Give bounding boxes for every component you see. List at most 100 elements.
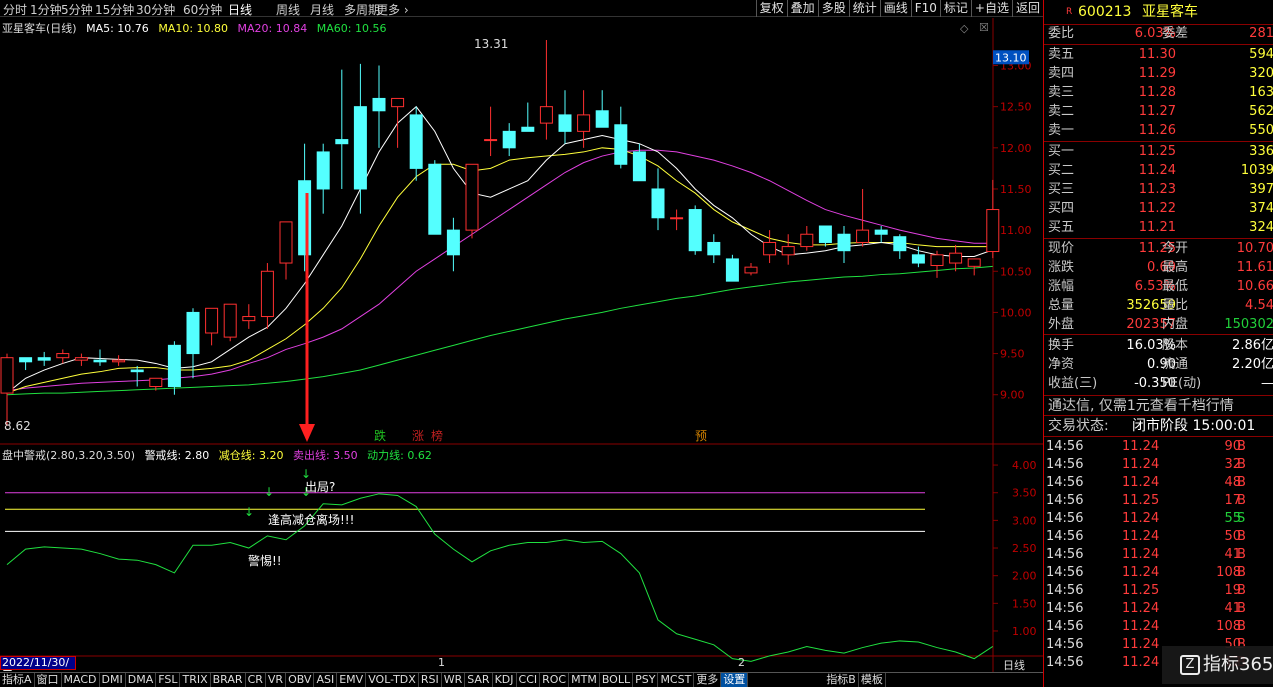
candle-body — [893, 236, 907, 252]
maichu-label: 卖出线: 3.50 — [292, 449, 358, 462]
ask-level-price: 11.26 — [1138, 123, 1176, 138]
main-pane-title: 亚星客车(日线) MA5: 10.76 MA10: 10.80 MA20: 10… — [2, 20, 392, 36]
indicator-tab[interactable]: FSL — [156, 673, 181, 687]
indicator-tab[interactable]: OBV — [286, 673, 315, 687]
candle-body — [818, 225, 832, 243]
trade-tick-row: 14:56 11.25 19 B — [1044, 582, 1273, 600]
indicator-tab[interactable]: DMI — [100, 673, 126, 687]
tool-button[interactable]: 复权 — [755, 0, 787, 17]
candle-body — [539, 106, 553, 124]
candle-body — [167, 344, 181, 387]
indicator-tab[interactable]: ROC — [540, 673, 570, 687]
tick-price: 11.25 — [1122, 493, 1160, 508]
indicator-tab[interactable]: VOL-TDX — [366, 673, 419, 687]
tick-price: 11.24 — [1122, 457, 1160, 472]
period-tab[interactable]: 周线 — [276, 1, 300, 18]
indicator-tab[interactable]: KDJ — [493, 673, 517, 687]
indicator-tab[interactable]: DMA — [126, 673, 157, 687]
period-tab[interactable]: 30分钟 — [136, 1, 175, 18]
price-tick-label: 12.50 — [1000, 101, 1032, 114]
indicator-tab[interactable]: 模板 — [859, 673, 886, 687]
indicator-tab[interactable]: 窗口 — [35, 673, 62, 687]
indicator-tab[interactable]: 指标B — [824, 673, 859, 687]
tool-button[interactable]: 统计 — [848, 0, 880, 17]
indicator-tab[interactable]: 更多 — [694, 673, 722, 687]
period-tab[interactable]: 月线 — [310, 1, 334, 18]
indicator-tab[interactable]: ASI — [314, 673, 338, 687]
tool-button[interactable]: 画线 — [879, 0, 911, 17]
tool-button[interactable]: F10 — [910, 0, 940, 17]
candle-body — [967, 258, 981, 267]
indicator-tab[interactable]: 指标A — [0, 673, 35, 687]
tick-time: 14:56 — [1046, 547, 1084, 562]
tool-button[interactable]: 多股 — [817, 0, 849, 17]
ask-level-label: 卖四 — [1048, 66, 1075, 81]
candle-body — [930, 254, 944, 267]
bid-level-label: 买五 — [1048, 220, 1075, 235]
candle-body — [391, 97, 405, 108]
ma20-label: MA20: 10.84 — [237, 22, 308, 35]
tool-button[interactable]: 标记 — [939, 0, 971, 17]
watermark-logo: Z 指标365 — [1162, 646, 1273, 684]
signal-zhang: 涨 — [412, 428, 424, 443]
indicator-tab[interactable]: MCST — [658, 673, 695, 687]
pane-close-icon[interactable]: ☒ — [979, 21, 989, 34]
period-tab[interactable]: 5分钟 — [61, 1, 93, 18]
period-tab[interactable]: 分时 — [3, 1, 27, 18]
tick-direction: B — [1237, 457, 1246, 472]
trade-tick-row: 14:56 11.24 50 B — [1044, 528, 1273, 546]
period-tab[interactable]: 15分钟 — [95, 1, 134, 18]
stat-label: 净资 — [1048, 357, 1075, 372]
ask-level: 卖五 11.30 594 — [1044, 46, 1273, 64]
indicator-tab[interactable]: CCI — [517, 673, 541, 687]
indicator-tab[interactable]: RSI — [419, 673, 442, 687]
stat-label: 流通 — [1162, 357, 1189, 372]
tick-direction: B — [1237, 475, 1246, 490]
tool-button[interactable]: 叠加 — [786, 0, 818, 17]
pane-settings-icon[interactable]: ◇ — [960, 22, 968, 35]
ask-level: 卖二 11.27 562 — [1044, 103, 1273, 121]
sub-indicator-name: 盘中警戒(2.80,3.20,3.50) — [2, 449, 136, 462]
bid-level-label: 买四 — [1048, 201, 1075, 216]
indicator-tab[interactable]: VR — [266, 673, 287, 687]
r-badge: R — [1066, 7, 1073, 17]
indicator-tab[interactable]: EMV — [337, 673, 367, 687]
tick-price: 11.24 — [1122, 637, 1160, 652]
indicator-tab[interactable]: PSY — [633, 673, 659, 687]
indicator-tab[interactable]: 设置 — [721, 673, 749, 687]
ad-banner[interactable]: 通达信, 仅需1元查看千档行情 — [1044, 397, 1273, 415]
tick-direction: B — [1237, 619, 1246, 634]
candle — [428, 160, 442, 235]
tick-time: 14:56 — [1046, 511, 1084, 526]
ask-level-price: 11.27 — [1138, 104, 1176, 119]
indicator-tab[interactable]: BRAR — [211, 673, 246, 687]
indicator-tab[interactable]: TRIX — [180, 673, 211, 687]
kline-chart[interactable]: 1 3.00 12.50 12.00 11.50 11.00 10.50 10.00 9.50 9… — [0, 18, 1043, 672]
indicator-tab[interactable]: SAR — [465, 673, 493, 687]
indicator-tab[interactable]: CR — [246, 673, 266, 687]
period-button[interactable]: 日线 — [1003, 657, 1025, 673]
tick-price: 11.24 — [1122, 511, 1160, 526]
high-price-label: 13.31 — [474, 37, 508, 51]
indicator-tab[interactable]: MACD — [62, 673, 100, 687]
fenggao-label: 逢高减仓离场!!! — [268, 512, 354, 527]
indicator-tab[interactable]: WR — [442, 673, 466, 687]
candle-body — [409, 114, 423, 169]
ad-text[interactable]: 通达信, 仅需1元查看千档行情 — [1048, 397, 1234, 415]
bid-level-label: 买一 — [1048, 144, 1075, 159]
indicator-tab[interactable]: MTM — [569, 673, 600, 687]
ma10-label: MA10: 10.80 — [158, 22, 229, 35]
trade-tick-row: 14:56 11.24 108 B — [1044, 564, 1273, 582]
period-tab[interactable]: 60分钟 — [183, 1, 222, 18]
candle — [465, 163, 479, 239]
period-tab[interactable]: 日线 — [228, 1, 252, 18]
period-tab[interactable]: 多周期 — [344, 1, 380, 18]
sub-tick-label: 1.50 — [1012, 597, 1037, 610]
indicator-tab[interactable]: BOLL — [600, 673, 634, 687]
stat-row: 涨幅 6.53% 最低 10.66 — [1044, 278, 1273, 296]
tool-button[interactable]: 返回 — [1011, 0, 1043, 17]
period-tab[interactable]: 1分钟 — [30, 1, 62, 18]
bid-level: 买三 11.23 397 — [1044, 181, 1273, 199]
period-tab[interactable]: 更多 › — [376, 1, 409, 18]
tool-button[interactable]: +自选 — [970, 0, 1012, 17]
